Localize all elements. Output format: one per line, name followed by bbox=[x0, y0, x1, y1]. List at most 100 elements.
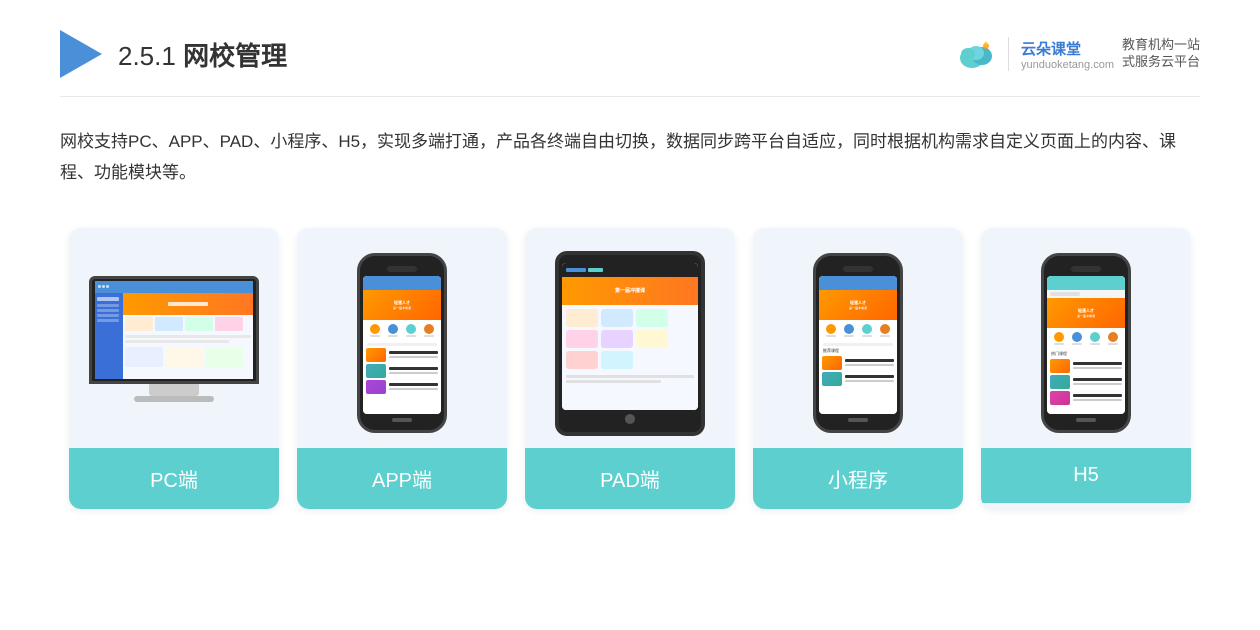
miniapp-icon-3 bbox=[862, 324, 872, 337]
h5-top-bar bbox=[1047, 276, 1125, 290]
miniapp-icon-circle-2 bbox=[844, 324, 854, 334]
phone-h5-icon: 轻速人才 第一届冲撞课 bbox=[1041, 253, 1131, 433]
phone-miniapp-icon: 轻速人才 第一届冲撞课 bbox=[813, 253, 903, 433]
h5-icon-circle-3 bbox=[1090, 332, 1100, 342]
logo-triangle-icon bbox=[60, 30, 102, 78]
card-pad-label: PAD端 bbox=[600, 470, 660, 492]
h5-course-info-3 bbox=[1073, 394, 1122, 401]
h5-icon-2 bbox=[1072, 332, 1082, 345]
ph-course-2 bbox=[366, 364, 438, 378]
card-pc: PC端 bbox=[69, 228, 279, 509]
h5-course-3 bbox=[1050, 391, 1122, 405]
h5-phone-home bbox=[1076, 418, 1096, 422]
ph-course-sub-2 bbox=[389, 372, 438, 374]
brand-tagline-line2: 式服务云平台 bbox=[1122, 54, 1200, 71]
miniapp-top-bar bbox=[819, 276, 897, 290]
phone-h5-screen: 轻速人才 第一届冲撞课 bbox=[1047, 276, 1125, 415]
ph-icon-label-3 bbox=[406, 335, 416, 337]
h5-icon-4 bbox=[1108, 332, 1118, 345]
dot3 bbox=[106, 285, 109, 288]
miniapp-banner: 轻速人才 第一届冲撞课 bbox=[819, 290, 897, 320]
miniapp-course-2 bbox=[822, 372, 894, 386]
ph-icon-circle-4 bbox=[424, 324, 434, 334]
h5-icon-3 bbox=[1090, 332, 1100, 345]
h5-icon-circle-2 bbox=[1072, 332, 1082, 342]
header: 2.5.1 网校管理 云朵课堂 yunduoketang.com 教育 bbox=[60, 30, 1200, 97]
miniapp-icon-circle-4 bbox=[880, 324, 890, 334]
card-pc-image bbox=[69, 228, 279, 448]
ph-icon-label-2 bbox=[388, 335, 398, 337]
card-app-image: 轻速人才 第一届冲撞课 bbox=[297, 228, 507, 448]
pc-screen-header bbox=[95, 281, 253, 293]
ph-course-1 bbox=[366, 348, 438, 362]
ph-course-sub-1 bbox=[389, 356, 438, 358]
miniapp-icon-label-4 bbox=[880, 335, 890, 337]
dot2 bbox=[102, 285, 105, 288]
brand-info: 云朵课堂 yunduoketang.com 教育机构一站 式服务云平台 bbox=[1008, 37, 1200, 71]
card-miniapp-label-area: 小程序 bbox=[753, 448, 963, 509]
miniapp-course-title-2 bbox=[845, 375, 894, 378]
brand-cloud-icon bbox=[954, 36, 998, 72]
ph-course-3 bbox=[366, 380, 438, 394]
card-pad: 第一届冲撞课 bbox=[525, 228, 735, 509]
h5-course-info-2 bbox=[1073, 378, 1122, 385]
h5-icons-row bbox=[1047, 328, 1125, 349]
tablet-icon: 第一届冲撞课 bbox=[555, 251, 705, 436]
ph-icon-circle-1 bbox=[370, 324, 380, 334]
phone-notch bbox=[387, 266, 417, 272]
ph-course-img-1 bbox=[366, 348, 386, 362]
card-pc-label: PC端 bbox=[150, 470, 198, 492]
ph-course-sub-3 bbox=[389, 388, 438, 390]
phone-app-icon: 轻速人才 第一届冲撞课 bbox=[357, 253, 447, 433]
brand-text: 云朵课堂 yunduoketang.com bbox=[1021, 38, 1114, 71]
dot1 bbox=[98, 285, 101, 288]
h5-banner: 轻速人才 第一届冲撞课 bbox=[1047, 298, 1125, 328]
ph-icon-label-1 bbox=[370, 335, 380, 337]
h5-icon-label-4 bbox=[1108, 343, 1118, 345]
h5-icon-circle-1 bbox=[1054, 332, 1064, 342]
ph-icons-row bbox=[363, 320, 441, 341]
phone-home-button bbox=[392, 418, 412, 422]
ph-icon-4 bbox=[424, 324, 434, 337]
h5-icon-label-1 bbox=[1054, 343, 1064, 345]
app-screen-content: 轻速人才 第一届冲撞课 bbox=[363, 276, 441, 415]
tablet-home-button bbox=[625, 414, 635, 423]
ph-course-info-3 bbox=[389, 383, 438, 390]
card-app-label: APP端 bbox=[372, 470, 432, 492]
miniapp-screen-content: 轻速人才 第一届冲撞课 bbox=[819, 276, 897, 415]
card-app: 轻速人才 第一届冲撞课 bbox=[297, 228, 507, 509]
ph-course-img-3 bbox=[366, 380, 386, 394]
card-miniapp-image: 轻速人才 第一届冲撞课 bbox=[753, 228, 963, 448]
miniapp-course-title-1 bbox=[845, 359, 894, 362]
brand-url: yunduoketang.com bbox=[1021, 59, 1114, 71]
h5-icon-label-2 bbox=[1072, 343, 1082, 345]
miniapp-icon-1 bbox=[826, 324, 836, 337]
header-right: 云朵课堂 yunduoketang.com 教育机构一站 式服务云平台 bbox=[954, 36, 1200, 72]
card-pc-label-area: PC端 bbox=[69, 448, 279, 509]
monitor-stand bbox=[149, 384, 199, 396]
monitor-base bbox=[134, 396, 214, 402]
monitor-screen-inner bbox=[95, 281, 253, 379]
page-title: 2.5.1 网校管理 bbox=[118, 36, 287, 73]
ph-icon-1 bbox=[370, 324, 380, 337]
card-pad-image: 第一届冲撞课 bbox=[525, 228, 735, 448]
ph-course-info-1 bbox=[389, 351, 438, 358]
ph-course-title-3 bbox=[389, 383, 438, 386]
phone-miniapp-notch bbox=[843, 266, 873, 272]
card-miniapp-label: 小程序 bbox=[828, 470, 888, 492]
h5-course-img-3 bbox=[1050, 391, 1070, 405]
miniapp-course-info-1 bbox=[845, 359, 894, 366]
tablet-screen: 第一届冲撞课 bbox=[562, 263, 698, 411]
miniapp-icon-label-3 bbox=[862, 335, 872, 337]
ph-icon-circle-3 bbox=[406, 324, 416, 334]
cards-grid: PC端 轻速人才 第一届冲撞课 bbox=[60, 228, 1200, 509]
h5-course-title-1 bbox=[1073, 362, 1122, 365]
h5-course-sub-1 bbox=[1073, 367, 1122, 369]
card-h5-label: H5 bbox=[1073, 464, 1099, 486]
phone-miniapp-screen: 轻速人才 第一届冲撞课 bbox=[819, 276, 897, 415]
ph-banner: 轻速人才 第一届冲撞课 bbox=[363, 290, 441, 320]
miniapp-course-img-2 bbox=[822, 372, 842, 386]
h5-icon-circle-4 bbox=[1108, 332, 1118, 342]
ph-course-title-1 bbox=[389, 351, 438, 354]
card-app-label-area: APP端 bbox=[297, 448, 507, 509]
